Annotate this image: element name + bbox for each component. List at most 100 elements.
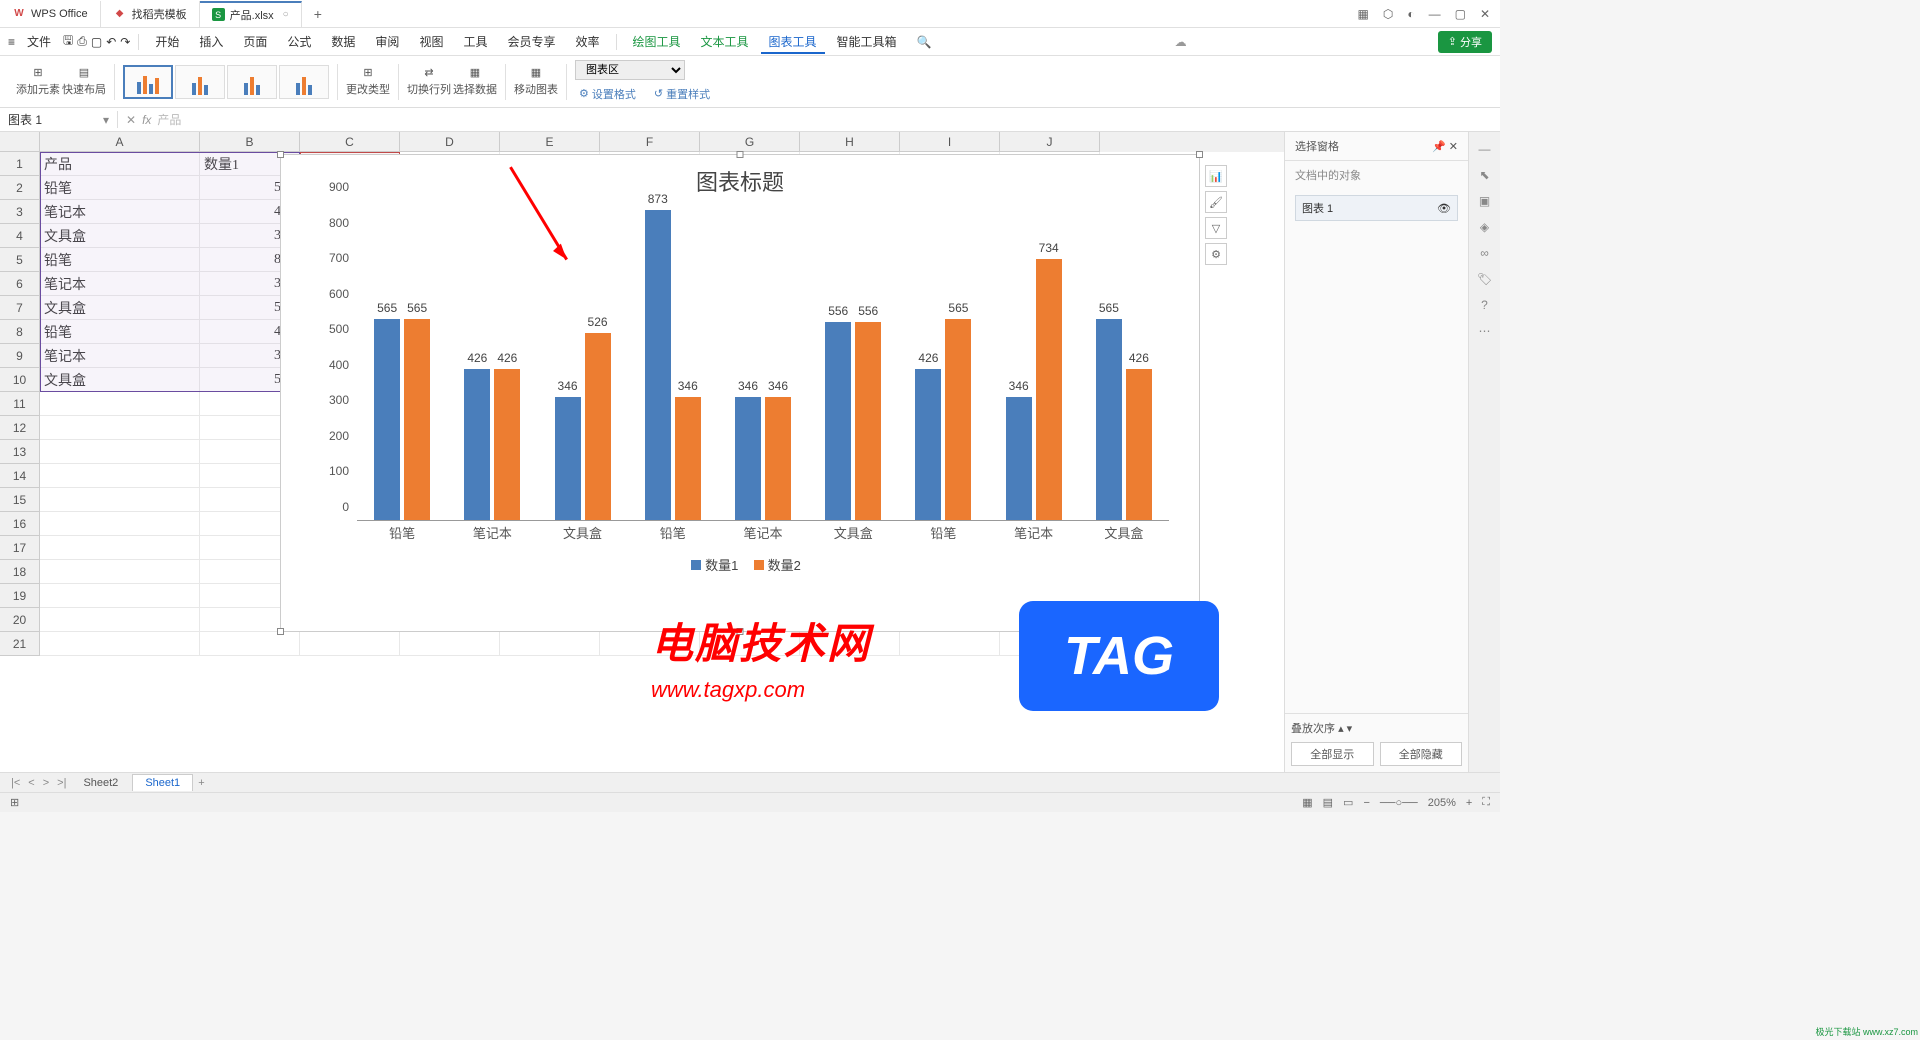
col-header[interactable]: A xyxy=(40,132,200,152)
tab-file-active[interactable]: S 产品.xlsx ○ xyxy=(200,1,302,27)
bar-group[interactable]: 346526 xyxy=(537,333,627,520)
close-icon[interactable]: ○ xyxy=(283,9,289,20)
change-type-button[interactable]: ⊞更改类型 xyxy=(346,66,390,97)
row-header[interactable]: 12 xyxy=(0,416,40,440)
name-box[interactable]: 图表 1▾ xyxy=(0,111,118,128)
cell[interactable]: 铅笔 xyxy=(40,248,200,272)
first-sheet-icon[interactable]: |< xyxy=(8,777,23,789)
chart-area-select[interactable]: 图表区 xyxy=(575,60,685,80)
menu-review[interactable]: 审阅 xyxy=(367,29,407,54)
avatar-icon[interactable]: ◐ xyxy=(1407,7,1414,21)
row-header[interactable]: 18 xyxy=(0,560,40,584)
row-header[interactable]: 2 xyxy=(0,176,40,200)
move-chart-button[interactable]: ▦移动图表 xyxy=(514,66,558,97)
preview-icon[interactable]: ▢ xyxy=(91,35,102,49)
undo-icon[interactable]: ↶ xyxy=(106,35,116,49)
cell[interactable] xyxy=(900,632,1000,656)
more-icon[interactable]: ⋯ xyxy=(1479,324,1491,338)
fx-label[interactable]: fx xyxy=(142,113,151,127)
close-icon[interactable]: ✕ xyxy=(1480,7,1490,21)
fullscreen-icon[interactable]: ⛶ xyxy=(1482,796,1490,809)
pin-icon[interactable]: 📌 xyxy=(1432,141,1446,153)
select-icon[interactable]: ⬉ xyxy=(1479,168,1489,182)
hamburger-icon[interactable]: ≡ xyxy=(8,35,15,49)
cell[interactable] xyxy=(40,608,200,632)
row-header[interactable]: 11 xyxy=(0,392,40,416)
bar-group[interactable]: 565565 xyxy=(357,319,447,520)
row-header[interactable]: 5 xyxy=(0,248,40,272)
cell[interactable] xyxy=(40,512,200,536)
zoom-out-icon[interactable]: − xyxy=(1363,797,1369,809)
row-header[interactable]: 13 xyxy=(0,440,40,464)
chart-style-3[interactable] xyxy=(227,65,277,99)
cell[interactable]: 产品 xyxy=(40,152,200,176)
minimize-icon[interactable]: — xyxy=(1429,7,1441,21)
next-sheet-icon[interactable]: > xyxy=(40,777,52,789)
quick-layout-button[interactable]: ▤快速布局 xyxy=(62,66,106,97)
cell[interactable] xyxy=(300,632,400,656)
sheet-tab[interactable]: Sheet2 xyxy=(71,775,130,791)
cell[interactable] xyxy=(40,464,200,488)
cell[interactable] xyxy=(200,632,300,656)
row-header[interactable]: 10 xyxy=(0,368,40,392)
col-header[interactable]: G xyxy=(700,132,800,152)
cell[interactable]: 笔记本 xyxy=(40,200,200,224)
row-header[interactable]: 21 xyxy=(0,632,40,656)
switch-rowcol-button[interactable]: ⇄切换行列 xyxy=(407,66,451,97)
row-header[interactable]: 17 xyxy=(0,536,40,560)
row-header[interactable]: 6 xyxy=(0,272,40,296)
row-header[interactable]: 14 xyxy=(0,464,40,488)
chevron-down-icon[interactable]: ▾ xyxy=(103,113,109,127)
menu-start[interactable]: 开始 xyxy=(147,29,187,54)
row-header[interactable]: 7 xyxy=(0,296,40,320)
row-header[interactable]: 19 xyxy=(0,584,40,608)
shapes-icon[interactable]: ◈ xyxy=(1480,220,1489,234)
menu-insert[interactable]: 插入 xyxy=(191,29,231,54)
chart-object[interactable]: 📊 🖌 ▽ ⚙ 图表标题 010020030040050060070080090… xyxy=(280,154,1200,632)
menu-file[interactable]: 文件 xyxy=(19,29,59,54)
cell[interactable]: 笔记本 xyxy=(40,344,200,368)
menu-view[interactable]: 视图 xyxy=(411,29,451,54)
search-icon[interactable]: 🔍 xyxy=(917,35,932,49)
col-header[interactable]: H xyxy=(800,132,900,152)
chart-brush-button[interactable]: 🖌 xyxy=(1205,191,1227,213)
menu-smart-toolbox[interactable]: 智能工具箱 xyxy=(829,29,905,54)
cell[interactable] xyxy=(40,632,200,656)
cell[interactable] xyxy=(40,560,200,584)
bar-group[interactable]: 346346 xyxy=(718,397,808,520)
tab-wps[interactable]: W WPS Office xyxy=(0,1,101,27)
formula-content[interactable]: 产品 xyxy=(157,111,181,128)
menu-tools[interactable]: 工具 xyxy=(455,29,495,54)
row-header[interactable]: 16 xyxy=(0,512,40,536)
up-icon[interactable]: ▴ xyxy=(1338,723,1344,735)
row-header[interactable]: 20 xyxy=(0,608,40,632)
cell[interactable]: 笔记本 xyxy=(40,272,200,296)
row-header[interactable]: 9 xyxy=(0,344,40,368)
bar-group[interactable]: 565426 xyxy=(1079,319,1169,520)
zoom-level[interactable]: 205% xyxy=(1428,797,1456,809)
object-item[interactable]: 图表 1 👁 xyxy=(1295,195,1458,221)
share-button[interactable]: ⇪分享 xyxy=(1438,31,1492,53)
menu-efficiency[interactable]: 效率 xyxy=(567,29,607,54)
add-element-button[interactable]: ⊞添加元素 xyxy=(16,66,60,97)
menu-chart-tools[interactable]: 图表工具 xyxy=(761,29,825,54)
chart-filter-button[interactable]: ▽ xyxy=(1205,217,1227,239)
reset-style-button[interactable]: ↺重置样式 xyxy=(650,84,714,104)
menu-page[interactable]: 页面 xyxy=(235,29,275,54)
apps-icon[interactable]: ▦ xyxy=(1358,7,1369,21)
bar-group[interactable]: 426426 xyxy=(447,369,537,520)
row-header[interactable]: 3 xyxy=(0,200,40,224)
maximize-icon[interactable]: ▢ xyxy=(1455,7,1466,21)
new-tab-button[interactable]: + xyxy=(302,6,334,22)
col-header[interactable]: F xyxy=(600,132,700,152)
row-header[interactable]: 4 xyxy=(0,224,40,248)
cube-icon[interactable]: ⬡ xyxy=(1383,7,1393,21)
bar-group[interactable]: 346734 xyxy=(989,259,1079,520)
tag-icon[interactable]: 🏷 xyxy=(1477,272,1492,286)
col-header[interactable]: B xyxy=(200,132,300,152)
menu-member[interactable]: 会员专享 xyxy=(499,29,563,54)
menu-draw-tools[interactable]: 绘图工具 xyxy=(625,29,689,54)
cell[interactable] xyxy=(40,440,200,464)
set-format-button[interactable]: ⚙设置格式 xyxy=(575,84,640,104)
link-icon[interactable]: ∞ xyxy=(1480,246,1489,260)
